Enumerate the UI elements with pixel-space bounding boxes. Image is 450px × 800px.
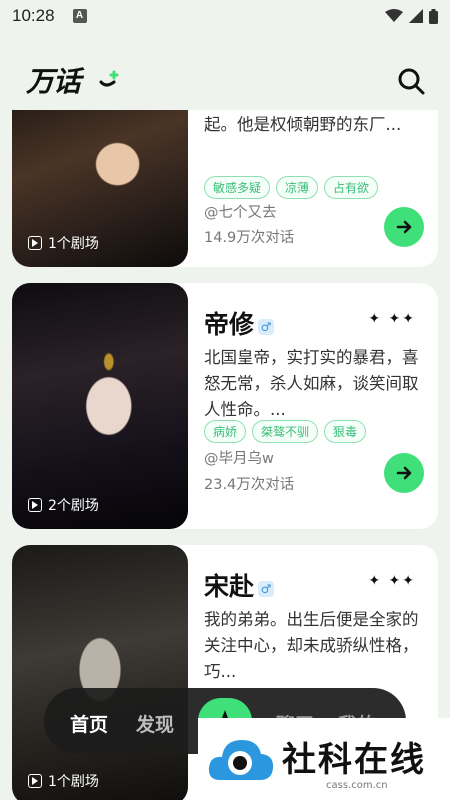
episode-count: 1个剧场 xyxy=(48,774,99,790)
wifi-icon xyxy=(385,9,403,22)
sparkle-icon: ✦ ✦✦ xyxy=(368,573,416,589)
notification-a-icon: A xyxy=(72,9,87,23)
character-portrait: 1个剧场 xyxy=(12,545,188,800)
tag-list: 敏感多疑 凉薄 占有欲 xyxy=(204,176,379,199)
character-portrait: 1个剧场 xyxy=(12,110,188,267)
character-description: 北国皇帝，实打实的暴君，喜怒无常，杀人如麻，谈笑间取人性命。... xyxy=(204,348,419,419)
status-time: 10:28 xyxy=(12,6,55,25)
character-info: 帝修 ♂ ✦ ✦✦ 北国皇帝，实打实的暴君，喜怒无常，杀人如麻，谈笑间取人性命。… xyxy=(204,283,424,529)
start-chat-button[interactable] xyxy=(384,207,424,247)
tag-list: 病娇 桀骜不驯 狠毒 xyxy=(204,420,367,443)
male-icon: ♂ xyxy=(258,581,275,597)
tag[interactable]: 狠毒 xyxy=(324,420,367,443)
author-name[interactable]: @毕月乌w xyxy=(204,447,274,468)
cloud-logo-icon xyxy=(208,740,274,780)
status-bar: 10:28 A xyxy=(0,0,450,32)
search-icon[interactable] xyxy=(396,66,426,96)
character-name: 帝修 ♂ xyxy=(204,305,275,341)
nav-discover[interactable]: 发现 xyxy=(136,710,174,737)
tag[interactable]: 凉薄 xyxy=(276,176,319,199)
tag[interactable]: 敏感多疑 xyxy=(204,176,271,199)
status-icons xyxy=(385,8,438,24)
character-description: 官，一头黑色长发用发带束起。他是权倾朝野的东厂... xyxy=(204,115,402,134)
chat-count: 14.9万次对话 xyxy=(204,230,295,246)
battery-icon xyxy=(429,8,438,24)
nav-home[interactable]: 首页 xyxy=(70,710,108,737)
sparkle-icon: ✦ ✦✦ xyxy=(368,311,416,327)
app-logo: 万话 xyxy=(26,65,81,98)
episode-count: 1个剧场 xyxy=(48,236,99,252)
episode-badge: 1个剧场 xyxy=(28,233,99,253)
character-portrait: 2个剧场 xyxy=(12,283,188,529)
logo-swoosh-icon xyxy=(99,70,119,87)
tag[interactable]: 桀骜不驯 xyxy=(252,420,319,443)
tag[interactable]: 病娇 xyxy=(204,420,247,443)
character-description: 我的弟弟。出生后便是全家的关注中心，却未成骄纵性格，巧... xyxy=(204,610,419,681)
author-name[interactable]: @七个又去 xyxy=(204,201,277,222)
arrow-right-icon xyxy=(396,466,412,480)
character-info: 官，一头黑色长发用发带束起。他是权倾朝野的东厂... 敏感多疑 凉薄 占有欲 @… xyxy=(204,110,424,267)
character-card[interactable]: 2个剧场 帝修 ♂ ✦ ✦✦ 北国皇帝，实打实的暴君，喜怒无常，杀人如麻，谈笑间… xyxy=(12,283,438,529)
chat-count: 23.4万次对话 xyxy=(204,477,295,493)
arrow-right-icon xyxy=(396,220,412,234)
watermark-subtext: cass.com.cn xyxy=(326,780,388,791)
episode-badge: 1个剧场 xyxy=(28,771,99,791)
male-icon: ♂ xyxy=(258,319,275,335)
theater-icon xyxy=(28,498,42,512)
watermark: 社科在线 cass.com.cn xyxy=(198,718,450,800)
episode-badge: 2个剧场 xyxy=(28,495,99,515)
app-header: 万话 xyxy=(0,32,450,122)
tag[interactable]: 占有欲 xyxy=(324,176,379,199)
character-name-text: 宋赴 xyxy=(204,572,255,601)
theater-icon xyxy=(28,236,42,250)
theater-icon xyxy=(28,774,42,788)
watermark-text: 社科在线 xyxy=(282,740,426,780)
start-chat-button[interactable] xyxy=(384,453,424,493)
character-card[interactable]: 1个剧场 官，一头黑色长发用发带束起。他是权倾朝野的东厂... 敏感多疑 凉薄 … xyxy=(12,110,438,267)
character-name: 宋赴 ♂ xyxy=(204,567,275,603)
episode-count: 2个剧场 xyxy=(48,498,99,514)
character-name-text: 帝修 xyxy=(204,310,255,339)
signal-icon xyxy=(409,9,423,23)
